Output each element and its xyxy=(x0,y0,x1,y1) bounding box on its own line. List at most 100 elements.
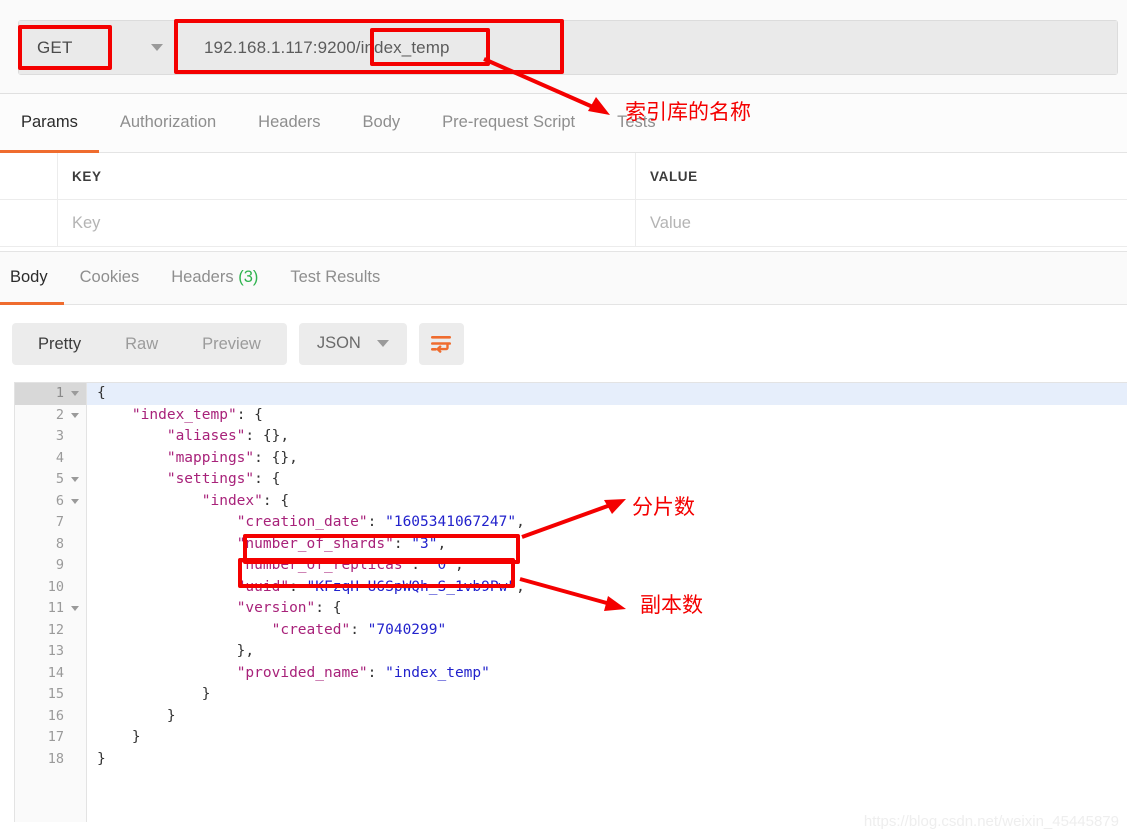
params-key-placeholder: Key xyxy=(72,213,101,232)
json-key: "created" xyxy=(271,621,351,638)
json-punctuation: : xyxy=(411,557,429,573)
view-mode-pretty[interactable]: Pretty xyxy=(16,323,103,365)
json-string: "7040299" xyxy=(367,621,447,638)
params-key-header-label: KEY xyxy=(72,168,102,184)
code-line[interactable]: "index_temp": { xyxy=(87,405,1127,427)
response-tab-body[interactable]: Body xyxy=(0,252,64,305)
line-number: 4 xyxy=(55,449,64,466)
line-number: 16 xyxy=(47,707,64,724)
json-punctuation xyxy=(97,514,237,530)
line-number: 5 xyxy=(15,469,86,491)
line-number: 2 xyxy=(15,405,86,427)
code-line[interactable]: } xyxy=(87,749,1127,771)
url-input[interactable]: 192.168.1.117:9200/index_temp xyxy=(178,21,1117,74)
response-tab-cookies[interactable]: Cookies xyxy=(64,252,156,305)
fold-triangle-icon[interactable] xyxy=(71,412,79,418)
json-punctuation xyxy=(97,471,167,487)
fold-triangle-icon[interactable] xyxy=(71,606,79,611)
json-punctuation: : xyxy=(367,664,386,681)
json-string: "0" xyxy=(428,557,455,573)
json-string: "1605341067247" xyxy=(385,514,517,530)
http-method-dropdown[interactable]: GET xyxy=(19,21,178,74)
json-string: "KFzqH-U6SpWQh_S_1vb9Pw" xyxy=(306,578,517,595)
code-line[interactable]: "created": "7040299" xyxy=(87,620,1127,642)
json-key: "aliases" xyxy=(166,428,246,444)
code-line[interactable]: "index": { xyxy=(87,491,1127,513)
line-number: 6 xyxy=(15,491,86,513)
line-number: 14 xyxy=(47,664,64,681)
view-mode-segmented-control: Pretty Raw Preview xyxy=(12,322,287,365)
json-punctuation: : xyxy=(289,578,307,595)
editor-code-area[interactable]: { "index_temp": { "aliases": {}, "mappin… xyxy=(87,383,1127,822)
json-punctuation xyxy=(97,493,202,509)
code-line[interactable]: "provided_name": "index_temp" xyxy=(87,663,1127,685)
fold-triangle-icon[interactable] xyxy=(71,498,79,504)
request-url-bar: GET 192.168.1.117:9200/index_temp xyxy=(0,0,1127,94)
code-line[interactable]: } xyxy=(87,727,1127,749)
params-key-input[interactable]: Key xyxy=(58,200,636,246)
code-line[interactable]: } xyxy=(87,684,1127,706)
code-line[interactable]: }, xyxy=(87,641,1127,663)
json-punctuation: : xyxy=(350,621,368,638)
response-format-dropdown[interactable]: JSON xyxy=(298,322,407,365)
http-method-label: GET xyxy=(37,37,73,57)
json-punctuation: , xyxy=(437,535,447,552)
line-number: 8 xyxy=(55,535,64,552)
tab-body[interactable]: Body xyxy=(342,94,422,153)
line-number: 10 xyxy=(47,578,64,595)
params-value-placeholder: Value xyxy=(650,213,691,232)
params-value-input[interactable]: Value xyxy=(636,200,1127,246)
response-tab-headers[interactable]: Headers (3) xyxy=(155,252,274,305)
json-punctuation: : {}, xyxy=(254,449,298,466)
json-key: "number_of_replicas" xyxy=(236,557,412,573)
watermark: https://blog.csdn.net/weixin_45445879 xyxy=(863,813,1119,830)
json-punctuation: : { xyxy=(254,471,281,487)
code-line[interactable]: "mappings": {}, xyxy=(87,448,1127,470)
line-number: 9 xyxy=(55,557,64,573)
line-number: 13 xyxy=(47,643,64,659)
code-line[interactable]: "aliases": {}, xyxy=(87,426,1127,448)
fold-triangle-icon[interactable] xyxy=(71,391,79,396)
code-line[interactable]: "uuid": "KFzqH-U6SpWQh_S_1vb9Pw", xyxy=(87,577,1127,599)
word-wrap-icon xyxy=(431,335,452,353)
response-view-toolbar: Pretty Raw Preview JSON xyxy=(0,305,1127,382)
json-punctuation: : xyxy=(367,514,386,530)
tab-authorization[interactable]: Authorization xyxy=(99,94,237,153)
line-number: 3 xyxy=(55,428,64,444)
request-tab-bar: Params Authorization Headers Body Pre-re… xyxy=(0,94,1127,153)
code-line[interactable]: "number_of_shards": "3", xyxy=(87,534,1127,556)
json-string: "3" xyxy=(411,535,438,552)
word-wrap-button[interactable] xyxy=(418,322,464,365)
code-line[interactable]: } xyxy=(87,706,1127,728)
response-headers-count: (3) xyxy=(238,268,259,286)
params-table: KEY VALUE Key Value xyxy=(0,153,1127,247)
tab-params[interactable]: Params xyxy=(0,94,99,153)
response-tab-test-results[interactable]: Test Results xyxy=(274,252,396,305)
response-tab-headers-label: Headers xyxy=(171,268,234,286)
params-empty-row: Key Value xyxy=(0,200,1127,247)
view-mode-preview[interactable]: Preview xyxy=(180,323,283,365)
json-punctuation xyxy=(97,579,237,595)
fold-triangle-icon[interactable] xyxy=(71,477,79,482)
view-mode-raw[interactable]: Raw xyxy=(103,323,180,365)
tab-pre-request-script[interactable]: Pre-request Script xyxy=(421,94,596,153)
json-punctuation: { xyxy=(97,385,106,401)
json-punctuation: , xyxy=(516,578,525,595)
line-number: 7 xyxy=(55,514,64,530)
json-punctuation xyxy=(97,450,167,466)
line-number: 11 xyxy=(15,598,86,620)
code-line[interactable]: "settings": { xyxy=(87,469,1127,491)
code-line[interactable]: "creation_date": "1605341067247", xyxy=(87,512,1127,534)
json-punctuation: : { xyxy=(236,406,263,423)
code-line[interactable]: "version": { xyxy=(87,598,1127,620)
response-body-editor[interactable]: 1 2 3 4 5 6 7 8 9 10 11 12 13 14 15 16 17 18 { "index_tem… xyxy=(14,382,1127,822)
code-line[interactable]: { xyxy=(87,383,1127,405)
params-row-checkbox[interactable] xyxy=(0,200,58,246)
json-punctuation xyxy=(97,536,237,552)
tab-tests[interactable]: Tests xyxy=(596,94,677,153)
editor-line-number-gutter: 1 2 3 4 5 6 7 8 9 10 11 12 13 14 15 16 17 18 xyxy=(15,383,87,822)
json-key: "uuid" xyxy=(236,578,290,595)
code-line[interactable]: "number_of_replicas": "0", xyxy=(87,555,1127,577)
tab-headers[interactable]: Headers xyxy=(237,94,341,153)
json-punctuation: : xyxy=(393,535,412,552)
